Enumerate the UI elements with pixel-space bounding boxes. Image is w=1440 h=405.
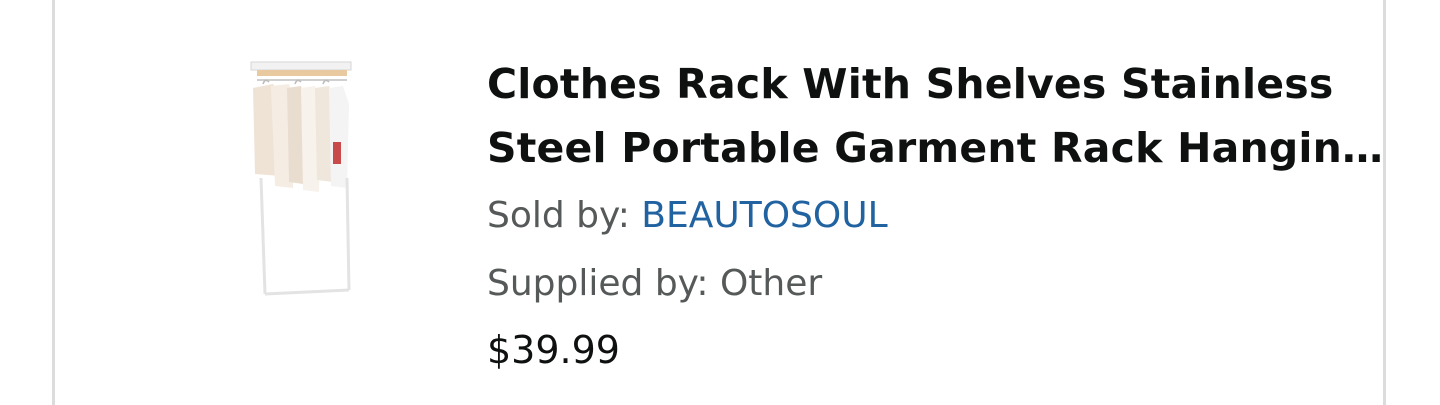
product-card[interactable]: Clothes Rack With Shelves Stainless Stee… <box>52 0 1386 405</box>
sold-by-label: Sold by: <box>487 195 642 236</box>
product-info: Clothes Rack With Shelves Stainless Stee… <box>487 52 1387 374</box>
supplied-by-row: Supplied by: Other <box>487 260 1387 308</box>
sold-by-row: Sold by: BEAUTOSOUL <box>487 192 1387 240</box>
seller-link[interactable]: BEAUTOSOUL <box>641 195 887 236</box>
page: Clothes Rack With Shelves Stainless Stee… <box>0 0 1440 405</box>
product-image[interactable] <box>243 58 363 302</box>
supplied-by-label: Supplied by: <box>487 263 720 304</box>
supplier-value: Other <box>719 263 823 304</box>
product-price: $39.99 <box>487 328 620 372</box>
clothes-rack-photo-icon <box>250 61 352 296</box>
product-title[interactable]: Clothes Rack With Shelves Stainless Stee… <box>487 52 1387 180</box>
